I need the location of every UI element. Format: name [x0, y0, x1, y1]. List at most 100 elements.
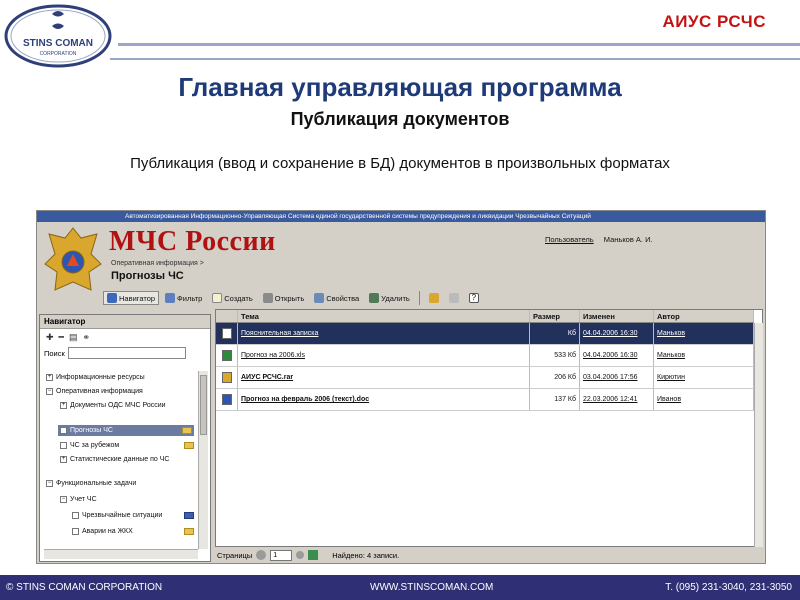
- author-link[interactable]: Иванов: [657, 396, 681, 403]
- tree-item-label: Чрезвычайные ситуации: [82, 512, 163, 519]
- scroll-thumb[interactable]: [200, 375, 207, 435]
- table-row[interactable]: Прогноз на февраль 2006 (текст).doc 137 …: [216, 389, 754, 411]
- tree-item-abroad[interactable]: ЧС за рубежом: [60, 441, 194, 450]
- tree-item-label: Прогнозы ЧС: [70, 427, 113, 434]
- logo-text: STINS COMAN: [23, 38, 93, 49]
- tree-expander[interactable]: −: [46, 480, 53, 487]
- cell-icon: [216, 367, 238, 388]
- new-folder-icon[interactable]: ▤: [69, 332, 78, 343]
- folder-icon: [182, 427, 192, 434]
- prev-page-icon[interactable]: [256, 550, 267, 560]
- document-link[interactable]: Прогноз на февраль 2006 (текст).doc: [241, 396, 369, 403]
- remove-icon[interactable]: ━: [59, 332, 64, 343]
- link-icon[interactable]: ⚭: [82, 332, 90, 343]
- author-link[interactable]: Маньков: [657, 330, 685, 337]
- open-button[interactable]: Открыть: [259, 291, 308, 305]
- properties-button[interactable]: Свойства: [310, 291, 363, 305]
- footer-website[interactable]: WWW.STINSCOMAN.COM: [370, 575, 493, 600]
- cell-size: 533 Кб: [530, 345, 580, 366]
- search-input[interactable]: [67, 347, 186, 359]
- pages-label: Страницы: [217, 550, 253, 560]
- create-button[interactable]: Создать: [208, 291, 257, 305]
- document-link[interactable]: Прогноз на 2006.xls: [241, 352, 305, 359]
- filter-button[interactable]: Фильтр: [161, 291, 206, 305]
- author-link[interactable]: Маньков: [657, 352, 685, 359]
- cell-topic[interactable]: Прогноз на 2006.xls: [238, 345, 530, 366]
- tree-item-utility-accidents[interactable]: Аварии на ЖКХ: [72, 527, 194, 536]
- cell-size: Кб: [530, 323, 580, 344]
- excel-file-icon: [221, 350, 232, 361]
- navigator-vertical-scrollbar[interactable]: [198, 371, 208, 549]
- column-header-topic[interactable]: Тема: [238, 310, 530, 322]
- tree-item-forecasts[interactable]: Прогнозы ЧС: [58, 425, 194, 436]
- footer-phones: T. (095) 231-3040, 231-3050: [665, 582, 792, 593]
- tree-item-emergencies[interactable]: Чрезвычайные ситуации: [72, 511, 194, 520]
- tree-item-functional-tasks[interactable]: − Функциональные задачи: [46, 479, 192, 488]
- slide-title: Главная управляющая программа: [178, 72, 622, 102]
- navigator-button[interactable]: Навигатор: [103, 291, 160, 305]
- tree-item-statistics[interactable]: + Статистические данные по ЧС: [60, 455, 180, 464]
- cell-modified: 04.04.2006 16:30: [580, 323, 654, 344]
- tree-item-operational-info[interactable]: − Оперативная информация: [46, 387, 192, 396]
- tree-item-label: Учет ЧС: [70, 496, 97, 503]
- app-window: Автоматизированная Информационно-Управля…: [36, 210, 766, 564]
- tree-checkbox[interactable]: [60, 442, 67, 449]
- cell-icon: [216, 323, 238, 344]
- org-title: МЧС России: [109, 226, 276, 257]
- navigator-label: Навигатор: [119, 293, 156, 303]
- properties-label: Свойства: [326, 293, 360, 303]
- folder-icon: [184, 442, 194, 449]
- document-link[interactable]: Пояснительная записка: [241, 330, 318, 337]
- modified-date: 04.04.2006 16:30: [583, 352, 638, 359]
- table-row[interactable]: Пояснительная записка Кб 04.04.2006 16:3…: [216, 323, 754, 345]
- tree-checkbox[interactable]: [72, 528, 79, 535]
- tree-item-label: Оперативная информация: [56, 388, 143, 395]
- cell-author: Маньков: [654, 323, 754, 344]
- delete-button[interactable]: Удалить: [365, 291, 414, 305]
- tree-item-ods-documents[interactable]: + Документы ОДС МЧС России: [60, 401, 180, 410]
- cell-topic[interactable]: АИУС РСЧС.rar: [238, 367, 530, 388]
- column-header-author[interactable]: Автор: [654, 310, 754, 322]
- navigator-horizontal-scrollbar[interactable]: [44, 549, 198, 559]
- user-label[interactable]: Пользователь: [545, 235, 594, 244]
- user-name: Маньков А. И.: [603, 235, 653, 244]
- records-found: Найдено: 4 записи.: [332, 550, 400, 560]
- table-row[interactable]: Прогноз на 2006.xls 533 Кб 04.04.2006 16…: [216, 345, 754, 367]
- page-select[interactable]: 1: [270, 549, 293, 561]
- cell-icon: [216, 389, 238, 410]
- tree-expander[interactable]: +: [60, 402, 67, 409]
- search-label: Поиск: [44, 348, 65, 358]
- cell-author: Маньков: [654, 345, 754, 366]
- generic-doc-icon: [221, 328, 232, 339]
- column-header-modified[interactable]: Изменен: [580, 310, 654, 322]
- page-dropdown-icon[interactable]: [296, 551, 305, 559]
- tree-item-label: Документы ОДС МЧС России: [70, 402, 166, 409]
- tree-item-emergency-accounting[interactable]: − Учет ЧС: [60, 495, 190, 504]
- column-header-size[interactable]: Размер: [530, 310, 580, 322]
- next-page-icon[interactable]: [308, 550, 319, 560]
- help-button[interactable]: ?: [465, 291, 483, 305]
- tree-item-info-resources[interactable]: + Информационные ресурсы: [46, 373, 192, 382]
- breadcrumb[interactable]: Оперативная информация >: [111, 260, 204, 267]
- author-link[interactable]: Кирютин: [657, 374, 685, 381]
- header-icon-cell: [216, 310, 238, 322]
- export-button[interactable]: [445, 291, 463, 305]
- tree-expander[interactable]: −: [46, 388, 53, 395]
- tree-checkbox[interactable]: [72, 512, 79, 519]
- grid-vertical-scrollbar[interactable]: [754, 323, 763, 547]
- tree-expander[interactable]: +: [46, 374, 53, 381]
- cell-topic[interactable]: Пояснительная записка: [238, 323, 530, 344]
- table-row[interactable]: АИУС РСЧС.rar 206 Кб 03.04.2006 17:56 Ки…: [216, 367, 754, 389]
- cell-modified: 03.04.2006 17:56: [580, 367, 654, 388]
- print-button[interactable]: [425, 291, 443, 305]
- tree-item-label: Статистические данные по ЧС: [70, 456, 170, 463]
- tree-expander[interactable]: −: [60, 496, 67, 503]
- add-icon[interactable]: ✚: [46, 332, 54, 343]
- create-label: Создать: [224, 293, 253, 303]
- document-link[interactable]: АИУС РСЧС.rar: [241, 374, 293, 381]
- cell-topic[interactable]: Прогноз на февраль 2006 (текст).doc: [238, 389, 530, 410]
- modified-date: 04.04.2006 16:30: [583, 330, 638, 337]
- tree-checkbox[interactable]: [60, 427, 67, 434]
- brand-label: АИУС РСЧС: [662, 12, 766, 31]
- tree-expander[interactable]: +: [60, 456, 67, 463]
